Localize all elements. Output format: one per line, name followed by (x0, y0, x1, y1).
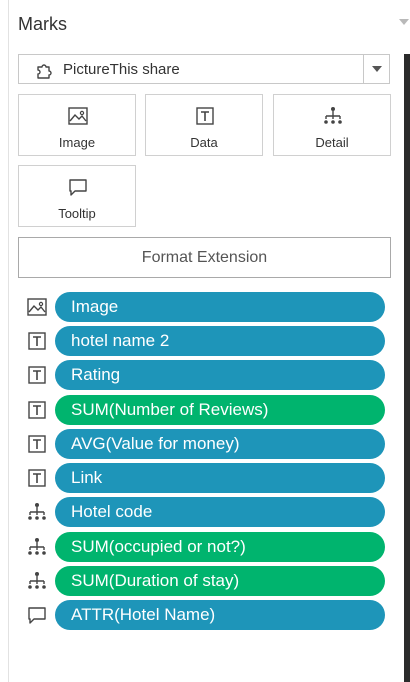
data-shelf-label: Data (190, 135, 218, 150)
tooltip-shelf-label: Tooltip (58, 206, 96, 221)
view-edge (404, 54, 410, 682)
text-icon (28, 332, 46, 350)
detail-icon (28, 503, 46, 520)
field-pill-number-of-reviews[interactable]: SUM(Number of Reviews) (55, 395, 385, 425)
image-shelf-label: Image (58, 135, 96, 150)
field-pill-label: Hotel code (71, 502, 153, 521)
mark-type-dropdown[interactable]: PictureThis share (18, 54, 390, 84)
image-icon (68, 107, 88, 125)
field-pill-label: AVG(Value for money) (71, 434, 240, 453)
detail-shelf-button[interactable]: Detail (273, 94, 391, 156)
image-shelf-button[interactable]: Image (18, 94, 136, 156)
field-pill-label: SUM(Duration of stay) (71, 571, 240, 590)
image-icon (27, 298, 47, 316)
field-row[interactable]: SUM(occupied or not?) (26, 532, 386, 562)
panel-border (8, 0, 9, 682)
field-pill-hotel-name[interactable]: ATTR(Hotel Name) (55, 600, 385, 630)
field-row[interactable]: SUM(Number of Reviews) (26, 395, 386, 425)
panel-title: Marks (18, 14, 67, 34)
data-shelf-button[interactable]: Data (145, 94, 263, 156)
text-icon (28, 435, 46, 453)
detail-icon (324, 107, 342, 124)
panel-menu-caret-icon[interactable] (399, 19, 409, 25)
field-row[interactable]: SUM(Duration of stay) (26, 566, 386, 596)
tooltip-icon (69, 179, 87, 196)
field-pill-label: Rating (71, 365, 121, 384)
field-pill-image[interactable]: Image (55, 292, 385, 322)
field-row[interactable]: Link (26, 463, 386, 493)
field-pill-label: SUM(Number of Reviews) (71, 400, 269, 419)
marks-card: Marks PictureThis share Image Data Detai… (0, 0, 410, 682)
field-pill-label: SUM(occupied or not?) (71, 537, 246, 556)
field-pill-duration-of-stay[interactable]: SUM(Duration of stay) (55, 566, 385, 596)
field-pill-label: ATTR(Hotel Name) (71, 605, 216, 624)
field-pill-occupied-or-not[interactable]: SUM(occupied or not?) (55, 532, 385, 562)
field-row[interactable]: Rating (26, 360, 386, 390)
detail-icon (28, 572, 46, 589)
chevron-down-icon (372, 66, 382, 72)
format-extension-button[interactable]: Format Extension (18, 237, 391, 278)
field-pill-label: hotel name 2 (71, 331, 170, 350)
field-pill-rating[interactable]: Rating (55, 360, 385, 390)
field-row[interactable]: hotel name 2 (26, 326, 386, 356)
text-icon (28, 469, 46, 487)
mark-type-label: PictureThis share (63, 61, 180, 78)
field-pill-label: Image (71, 297, 119, 316)
field-pill-link[interactable]: Link (55, 463, 385, 493)
detail-shelf-label: Detail (315, 135, 349, 150)
field-pill-value-for-money[interactable]: AVG(Value for money) (55, 429, 385, 459)
field-pill-hotel-code[interactable]: Hotel code (55, 497, 385, 527)
field-row[interactable]: Hotel code (26, 497, 386, 527)
tooltip-shelf-button[interactable]: Tooltip (18, 165, 136, 227)
mark-type-dropdown-arrow[interactable] (363, 55, 390, 83)
field-pill-hotel-name-2[interactable]: hotel name 2 (55, 326, 385, 356)
tooltip-icon (28, 607, 46, 624)
puzzle-extension-icon (37, 64, 52, 79)
text-icon (196, 107, 214, 125)
field-pill-label: Link (71, 468, 103, 487)
format-extension-label: Format Extension (141, 249, 268, 266)
detail-icon (28, 538, 46, 555)
field-row[interactable]: AVG(Value for money) (26, 429, 386, 459)
text-icon (28, 366, 46, 384)
field-row[interactable]: ATTR(Hotel Name) (26, 600, 386, 630)
text-icon (28, 401, 46, 419)
field-row[interactable]: Image (26, 292, 386, 322)
